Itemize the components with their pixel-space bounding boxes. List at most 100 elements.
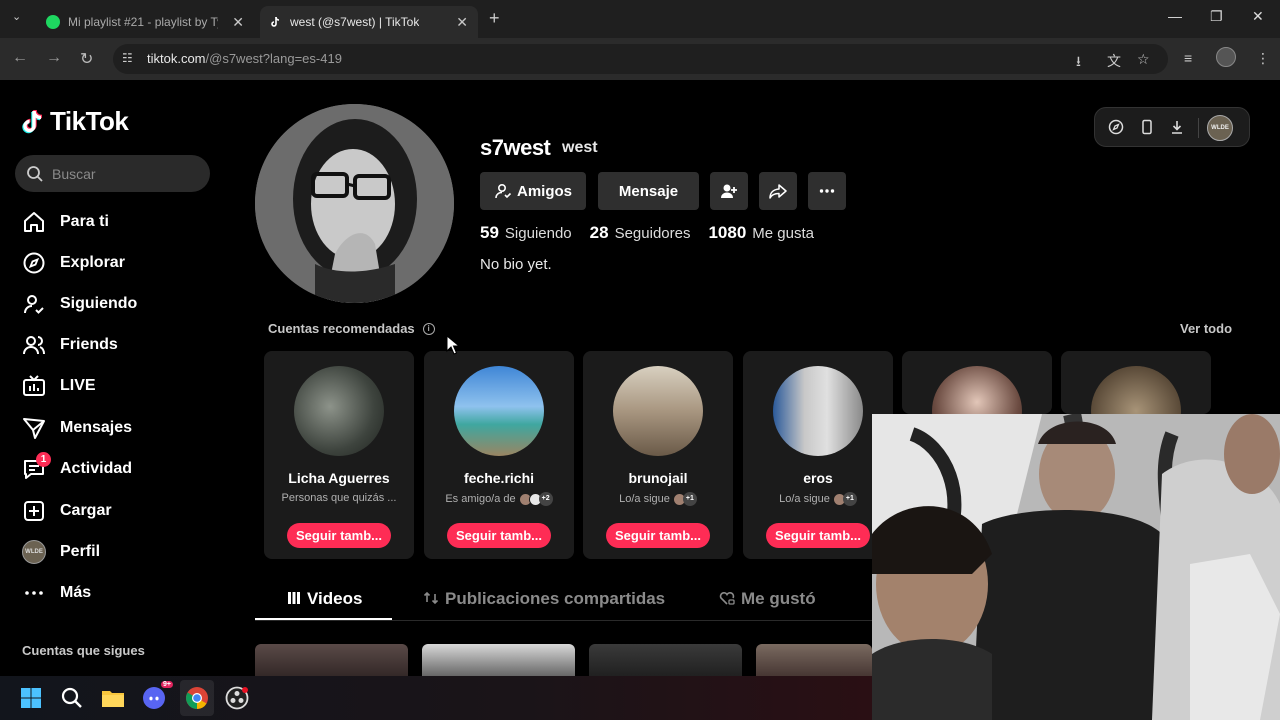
likes-stat: 1080 Me gusta: [708, 223, 814, 243]
recommended-card-partial[interactable]: [902, 351, 1052, 456]
recommended-reason-text: Lo/a sigue: [619, 493, 670, 505]
profile-avatar-large[interactable]: [255, 104, 454, 303]
install-app-icon[interactable]: ⭳: [1076, 51, 1081, 75]
share-button[interactable]: [759, 172, 797, 210]
forward-icon[interactable]: →: [46, 49, 62, 67]
new-tab-icon[interactable]: +: [489, 8, 500, 29]
translate-icon[interactable]: 文: [1107, 51, 1121, 71]
sidebar-item-perfil[interactable]: WLDE Perfil: [22, 538, 100, 566]
discord-badge: 9+: [161, 681, 173, 688]
friends-button-label: Amigos: [516, 182, 572, 200]
reload-icon[interactable]: ↻: [80, 49, 93, 69]
chrome-icon[interactable]: [184, 685, 210, 711]
search-box[interactable]: [15, 155, 210, 192]
bookmark-star-icon[interactable]: ☆: [1137, 51, 1150, 68]
taskbar-search-icon[interactable]: [59, 685, 85, 711]
see-all-link[interactable]: Ver todo: [1180, 321, 1232, 336]
avatar: WLDE: [22, 540, 46, 564]
recommended-reason-text: Es amigo/a de: [445, 493, 516, 505]
tab-reposts[interactable]: Publicaciones compartidas: [423, 589, 665, 609]
account-avatar[interactable]: WLDE: [1207, 115, 1233, 141]
file-explorer-icon[interactable]: [100, 685, 126, 711]
recommended-avatar[interactable]: [613, 366, 703, 456]
download-icon[interactable]: [1169, 119, 1185, 138]
recommended-avatar[interactable]: [294, 366, 384, 456]
sidebar-item-friends[interactable]: Friends: [22, 331, 118, 359]
creator-tools-icon[interactable]: [1108, 119, 1124, 138]
sidebar-item-mas[interactable]: Más: [22, 579, 91, 607]
follow-back-button[interactable]: Seguir tamb...: [766, 523, 870, 548]
sidebar-item-live[interactable]: LIVE: [22, 372, 96, 400]
sidebar-item-siguiendo[interactable]: Siguiendo: [22, 290, 137, 318]
recommended-name[interactable]: feche.richi: [424, 470, 574, 486]
sidebar-item-label: Friends: [60, 336, 118, 353]
minimize-icon[interactable]: —: [1168, 8, 1182, 24]
follow-back-button[interactable]: Seguir tamb...: [287, 523, 391, 548]
search-input[interactable]: [52, 155, 202, 192]
tiktok-logo[interactable]: TikTok: [22, 106, 129, 137]
recommended-card[interactable]: eros Lo/a sigue +1 Seguir tamb...: [743, 351, 893, 559]
upload-icon: [22, 499, 46, 523]
info-icon[interactable]: i: [422, 322, 435, 335]
following-stat[interactable]: 59 Siguiendo: [480, 223, 572, 243]
follow-back-button[interactable]: Seguir tamb...: [447, 523, 551, 548]
windows-start-icon[interactable]: [18, 685, 44, 711]
friend-icon: [495, 183, 512, 199]
profile-icon[interactable]: [1216, 47, 1236, 67]
reading-list-icon[interactable]: ≡: [1184, 50, 1192, 66]
tab-videos[interactable]: Videos: [287, 589, 362, 609]
tab-title: west (@s7west) | TikTok: [290, 15, 420, 29]
tab-tiktok[interactable]: west (@s7west) | TikTok ✕: [260, 6, 478, 38]
recommended-reason: Lo/a sigue +1: [583, 492, 733, 506]
friends-icon: [22, 333, 46, 357]
close-window-icon[interactable]: ✕: [1252, 8, 1264, 25]
recommended-name[interactable]: Licha Aguerres: [264, 470, 414, 486]
get-app-icon[interactable]: [1139, 119, 1155, 138]
back-icon[interactable]: ←: [12, 49, 28, 67]
sidebar-item-actividad[interactable]: 1 Actividad: [22, 452, 132, 483]
tabs-divider: [255, 620, 875, 621]
more-options-button[interactable]: [808, 172, 846, 210]
discord-icon[interactable]: 9+: [141, 681, 173, 711]
followers-label: Seguidores: [614, 225, 691, 242]
tiktok-icon: [270, 16, 282, 28]
recommended-name[interactable]: eros: [743, 470, 893, 486]
sidebar-item-label: Perfil: [60, 543, 101, 560]
close-tab-icon[interactable]: ✕: [232, 14, 244, 31]
followers-stat[interactable]: 28 Seguidores: [590, 223, 691, 243]
follow-back-button[interactable]: Seguir tamb...: [606, 523, 710, 548]
followers-count: 28: [589, 223, 609, 242]
recommended-card-partial[interactable]: [1061, 351, 1211, 456]
sidebar-item-para-ti[interactable]: Para ti: [22, 208, 109, 236]
recommended-reason-text: Personas que quizás ...: [281, 492, 397, 504]
recommended-card[interactable]: brunojail Lo/a sigue +1 Seguir tamb...: [583, 351, 733, 559]
recommended-card[interactable]: feche.richi Es amigo/a de +2 Seguir tamb…: [424, 351, 574, 559]
sidebar-item-explorar[interactable]: Explorar: [22, 249, 125, 277]
tab-search-chevron-icon[interactable]: ⌄: [12, 10, 21, 23]
recommended-name[interactable]: brunojail: [583, 470, 733, 486]
tab-liked[interactable]: Me gustó: [719, 589, 816, 609]
obs-studio-icon[interactable]: [224, 685, 250, 711]
url-text[interactable]: tiktok.com/@s7west?lang=es-419: [147, 51, 342, 66]
sidebar-item-mensajes[interactable]: Mensajes: [22, 414, 132, 442]
likes-label: Me gusta: [752, 225, 814, 242]
omnibox[interactable]: ☷ tiktok.com/@s7west?lang=es-419 ⭳ 文 ☆: [113, 44, 1168, 74]
sidebar-item-label: Más: [60, 584, 92, 601]
address-bar: ← → ↻ ☷ tiktok.com/@s7west?lang=es-419 ⭳…: [0, 38, 1280, 80]
recommended-avatar[interactable]: [454, 366, 544, 456]
friends-button[interactable]: Amigos: [480, 172, 586, 210]
browser-tabbar: ⌄ Mi playlist #21 - playlist by Tyra ✕ w…: [0, 0, 1280, 38]
repost-icon: [423, 590, 439, 609]
close-tab-icon[interactable]: ✕: [456, 14, 468, 31]
tab-spotify[interactable]: Mi playlist #21 - playlist by Tyra ✕: [36, 6, 254, 38]
suggest-account-button[interactable]: [710, 172, 748, 210]
maximize-icon[interactable]: ❐: [1210, 8, 1223, 25]
webcam-overlay: [872, 414, 1280, 720]
sidebar-item-cargar[interactable]: Cargar: [22, 497, 112, 525]
activity-icon: 1: [22, 452, 51, 481]
message-button[interactable]: Mensaje: [598, 172, 699, 210]
recommended-card[interactable]: Licha Aguerres Personas que quizás ... S…: [264, 351, 414, 559]
site-settings-icon[interactable]: ☷: [122, 51, 136, 65]
recommended-avatar[interactable]: [773, 366, 863, 456]
browser-menu-icon[interactable]: ⋮: [1256, 50, 1270, 67]
